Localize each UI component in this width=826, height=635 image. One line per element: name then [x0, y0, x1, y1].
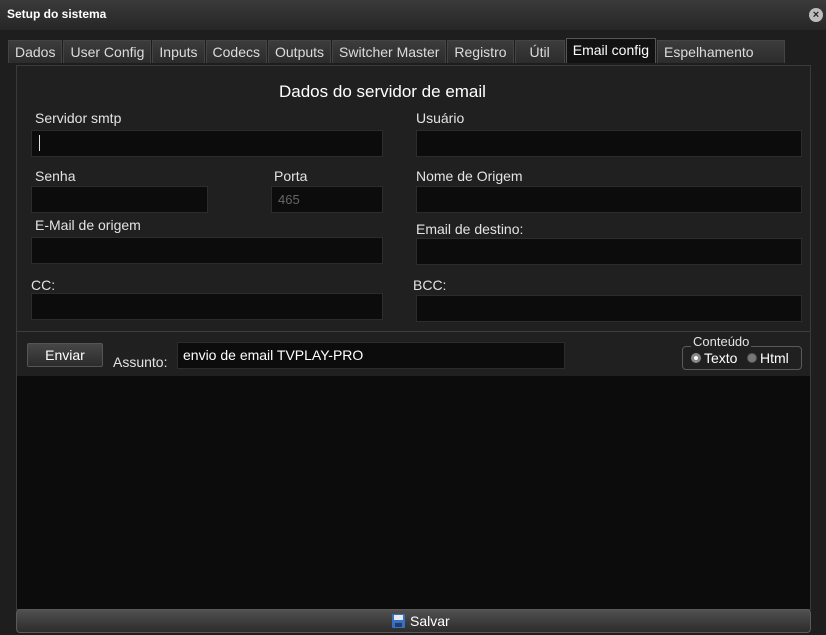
email-origem-label: E-Mail de origem — [35, 217, 141, 233]
tab-util[interactable]: Útil — [514, 40, 565, 63]
tab-inputs[interactable]: Inputs — [152, 40, 205, 63]
close-icon[interactable]: × — [809, 8, 823, 22]
tab-registro[interactable]: Registro — [447, 40, 514, 63]
save-button[interactable]: Salvar — [16, 609, 811, 633]
save-button-content: Salvar — [392, 613, 450, 629]
email-destino-label: Email de destino: — [416, 221, 524, 237]
conteudo-legend: Conteúdo — [691, 334, 752, 349]
usuario-label: Usuário — [416, 110, 465, 126]
bcc-input[interactable] — [416, 295, 802, 322]
email-body-textarea[interactable] — [17, 376, 810, 609]
nome-origem-input[interactable] — [416, 186, 802, 213]
radio-texto[interactable] — [691, 353, 701, 363]
usuario-input[interactable] — [416, 130, 802, 157]
window-title: Setup do sistema — [7, 7, 107, 21]
cc-label: CC: — [31, 277, 56, 293]
bcc-label: BCC: — [413, 277, 447, 293]
conteudo-group: Conteúdo Texto Html — [682, 334, 802, 370]
nome-origem-label: Nome de Origem — [416, 168, 523, 184]
tab-email-config[interactable]: Email config — [565, 38, 657, 63]
title-bar: Setup do sistema × — [0, 0, 826, 30]
tab-bar: Dados User Config Inputs Codecs Outputs … — [8, 38, 786, 63]
tab-user-config[interactable]: User Config — [63, 40, 152, 63]
tab-espelhamento[interactable]: Espelhamento — [657, 40, 785, 63]
tab-switcher-master[interactable]: Switcher Master — [332, 40, 447, 63]
tab-codecs[interactable]: Codecs — [205, 40, 267, 63]
enviar-button[interactable]: Enviar — [27, 343, 103, 367]
email-destino-input[interactable] — [416, 238, 802, 265]
divider — [17, 331, 810, 332]
radio-texto-label[interactable]: Texto — [704, 350, 737, 366]
setup-window: Setup do sistema × Dados User Config Inp… — [0, 0, 826, 635]
save-label: Salvar — [410, 613, 450, 629]
servidor-smtp-input[interactable] — [31, 130, 383, 157]
porta-input[interactable]: 465 — [271, 186, 383, 213]
porta-label: Porta — [274, 168, 308, 184]
text-caret — [39, 135, 40, 151]
senha-input[interactable] — [31, 186, 208, 213]
tab-outputs[interactable]: Outputs — [268, 40, 332, 63]
tab-dados[interactable]: Dados — [8, 40, 63, 63]
email-origem-input[interactable] — [31, 237, 383, 264]
cc-input[interactable] — [31, 293, 383, 320]
save-disk-icon — [392, 614, 405, 628]
senha-label: Senha — [35, 168, 76, 184]
radio-html[interactable] — [747, 353, 757, 363]
radio-html-label[interactable]: Html — [760, 350, 789, 366]
section-title: Dados do servidor de email — [279, 82, 486, 101]
assunto-label: Assunto: — [113, 354, 168, 370]
email-config-panel: Dados do servidor de email Servidor smtp… — [16, 65, 811, 610]
assunto-input[interactable]: envio de email TVPLAY-PRO — [177, 342, 565, 369]
servidor-smtp-label: Servidor smtp — [35, 110, 122, 126]
